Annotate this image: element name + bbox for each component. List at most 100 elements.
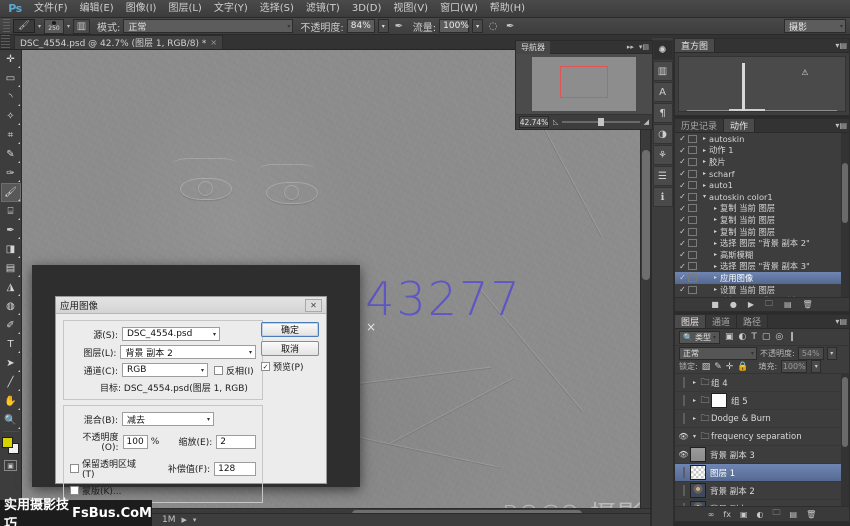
tab-layers[interactable]: 图层 xyxy=(675,315,706,328)
link-layers-button[interactable]: ∞ xyxy=(708,510,715,519)
color-icon[interactable]: ◑ xyxy=(653,124,673,144)
brush-tool[interactable]: 🖌 xyxy=(1,183,21,202)
adjustment-layer-button[interactable]: ◐ xyxy=(757,510,764,519)
chevron-right-icon[interactable]: ▸ xyxy=(711,286,720,293)
brush-preset-caret-icon[interactable]: ▾ xyxy=(38,23,41,30)
flow-spinner[interactable]: ▾ xyxy=(472,19,483,33)
chevron-down-icon[interactable]: ▾ xyxy=(690,433,699,440)
action-enable-check-icon[interactable]: ✓ xyxy=(677,192,688,201)
new-action-button[interactable]: ▤ xyxy=(784,300,792,309)
blur-tool[interactable]: ◮ xyxy=(1,278,21,297)
actions-scrollbar[interactable] xyxy=(841,133,849,297)
layer-thumbnail[interactable] xyxy=(690,447,706,462)
preview-checkbox[interactable]: ✓ 预览(P) xyxy=(261,360,319,373)
action-row[interactable]: ✓▸scharf xyxy=(675,168,841,180)
action-row[interactable]: ✓▸设置 当前 图层 xyxy=(675,284,841,296)
action-row[interactable]: ✓▸复制 当前 图层 xyxy=(675,226,841,238)
canvas-vertical-scroll-thumb[interactable] xyxy=(642,150,650,280)
tab-paths[interactable]: 路径 xyxy=(737,315,768,328)
layer-style-button[interactable]: fx xyxy=(723,510,731,519)
color-swatches[interactable] xyxy=(1,436,21,456)
layer-visibility-icon[interactable] xyxy=(677,396,690,405)
zoom-in-icon[interactable]: ◢ xyxy=(644,118,649,126)
actions-scroll-thumb[interactable] xyxy=(842,163,848,223)
character-icon[interactable]: A xyxy=(653,82,673,102)
tab-history[interactable]: 历史记录 xyxy=(675,119,724,132)
lock-image-icon[interactable]: ✎ xyxy=(714,362,722,372)
source-select[interactable]: DSC_4554.psd ▾ xyxy=(122,327,220,341)
chevron-right-icon[interactable]: ▸ xyxy=(711,274,720,281)
action-dialog-toggle[interactable] xyxy=(688,262,697,270)
foreground-color-swatch[interactable] xyxy=(2,437,13,448)
menu-item-8[interactable]: 视图(V) xyxy=(387,0,434,18)
layer-row[interactable]: 背景 副本 2 xyxy=(675,482,849,500)
panel-menu-icon[interactable]: ▾▤ xyxy=(835,317,847,326)
actions-list[interactable]: ✓▸autoskin✓▸动作 1✓▸胶片✓▸scharf✓▸auto1✓▾aut… xyxy=(675,133,841,297)
action-enable-check-icon[interactable]: ✓ xyxy=(677,215,688,224)
layer-visibility-icon[interactable] xyxy=(677,468,690,477)
chevron-right-icon[interactable]: ▸ xyxy=(711,216,720,223)
marquee-tool[interactable]: ▭ xyxy=(1,69,21,88)
new-set-button[interactable]: 🗀 xyxy=(765,298,773,312)
menu-item-0[interactable]: 文件(F) xyxy=(28,0,74,18)
layer-blend-mode-select[interactable]: 正常 ▾ xyxy=(679,347,757,360)
menu-item-3[interactable]: 图层(L) xyxy=(162,0,207,18)
mask-checkbox[interactable]: 蒙版(K)... xyxy=(70,484,122,497)
navigator-preview[interactable] xyxy=(516,54,652,114)
adjustments-icon[interactable]: ⚘ xyxy=(653,145,673,165)
scale-input[interactable]: 2 xyxy=(216,435,256,449)
menu-item-4[interactable]: 文字(Y) xyxy=(208,0,254,18)
layer-row[interactable]: ▸🗀组 5 xyxy=(675,392,849,410)
action-dialog-toggle[interactable] xyxy=(688,204,697,212)
play-button[interactable]: ▶ xyxy=(748,300,754,309)
layer-thumbnail[interactable] xyxy=(690,501,706,506)
action-dialog-toggle[interactable] xyxy=(688,135,697,143)
filter-shape-icon[interactable]: ▢ xyxy=(762,332,771,342)
chevron-right-icon[interactable]: ▸ xyxy=(690,397,699,404)
layers-scroll-thumb[interactable] xyxy=(842,377,848,447)
action-dialog-toggle[interactable] xyxy=(688,228,697,236)
layer-fill-input[interactable]: 100% xyxy=(781,360,807,373)
action-dialog-toggle[interactable] xyxy=(688,146,697,154)
quick-selection-tool[interactable]: ✧ xyxy=(1,107,21,126)
chevron-right-icon[interactable]: ▸ xyxy=(700,135,709,142)
history-brush-tool[interactable]: ✒ xyxy=(1,221,21,240)
dialog-title-bar[interactable]: 应用图像 ✕ xyxy=(56,297,326,314)
layer-visibility-icon[interactable]: 👁 xyxy=(677,450,690,459)
close-icon[interactable]: ✕ xyxy=(305,299,322,312)
filter-smart-icon[interactable]: ◎ xyxy=(775,332,783,342)
preserve-transparency-checkbox[interactable]: 保留透明区域(T) xyxy=(70,457,148,480)
bridge-icon[interactable]: ✺ xyxy=(653,40,673,60)
brush-size-indicator[interactable]: 250 xyxy=(44,19,64,34)
brush-preset-picker[interactable]: 🖌 xyxy=(13,19,35,33)
action-enable-check-icon[interactable]: ✓ xyxy=(677,181,688,190)
action-dialog-toggle[interactable] xyxy=(688,193,697,201)
action-row[interactable]: ✓▸选择 图层 "背景 副本 3" xyxy=(675,261,841,273)
layer-visibility-icon[interactable] xyxy=(677,504,690,506)
flow-pressure-icon[interactable]: ✒ xyxy=(503,19,517,33)
filter-pixel-icon[interactable]: ▣ xyxy=(725,332,734,342)
eraser-tool[interactable]: ◨ xyxy=(1,240,21,259)
layer-thumbnail[interactable] xyxy=(690,483,706,498)
action-enable-check-icon[interactable]: ✓ xyxy=(677,204,688,213)
layer-mask-thumbnail[interactable] xyxy=(711,393,727,408)
chevron-right-icon[interactable]: ▸ xyxy=(700,170,709,177)
menu-item-9[interactable]: 窗口(W) xyxy=(434,0,484,18)
action-row[interactable]: ✓▸复制 当前 图层 xyxy=(675,214,841,226)
tab-histogram[interactable]: 直方图 xyxy=(675,39,715,52)
layer-filter-type-select[interactable]: 🔍 类型 ▾ xyxy=(679,331,720,344)
status-menu-icon[interactable]: ▾ xyxy=(193,516,197,524)
layer-fill-spinner[interactable]: ▾ xyxy=(811,360,821,373)
action-enable-check-icon[interactable]: ✓ xyxy=(677,273,688,282)
lock-all-icon[interactable]: 🔒 xyxy=(737,362,748,372)
move-tool[interactable]: ✛ xyxy=(1,50,21,69)
layer-row[interactable]: 背景 副本 xyxy=(675,500,849,506)
action-enable-check-icon[interactable]: ✓ xyxy=(677,146,688,155)
action-enable-check-icon[interactable]: ✓ xyxy=(677,134,688,143)
mini-bridge-icon[interactable]: ▥ xyxy=(653,61,673,81)
layer-visibility-icon[interactable] xyxy=(677,378,690,387)
new-group-button[interactable]: 🗀 xyxy=(773,507,781,521)
document-tab[interactable]: DSC_4554.psd @ 42.7% (图层 1, RGB/8) * × xyxy=(14,35,223,49)
menu-item-6[interactable]: 滤镜(T) xyxy=(300,0,346,18)
tab-actions[interactable]: 动作 xyxy=(724,119,755,132)
